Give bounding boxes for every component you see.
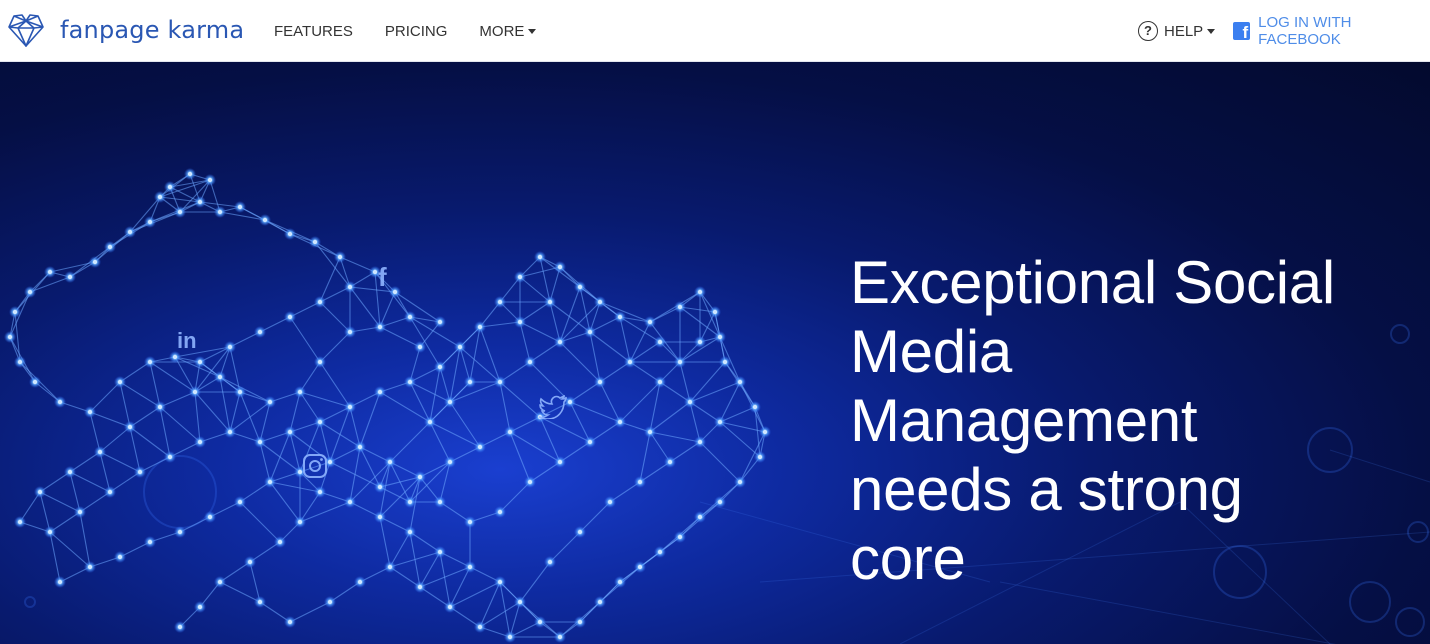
question-circle-icon: ? [1138, 21, 1158, 41]
heart-network-logo-icon [8, 14, 44, 47]
nav-features-label: FEATURES [274, 22, 353, 40]
help-label: HELP [1164, 22, 1204, 40]
facebook-icon: f [378, 262, 387, 292]
nav-pricing[interactable]: PRICING [385, 23, 448, 40]
brand-name: fanpage karma [60, 16, 245, 44]
instagram-icon [303, 454, 327, 478]
twitter-icon [538, 395, 567, 419]
login-label: LOG IN WITH FACEBOOK [1258, 14, 1352, 48]
nav-more-dropdown[interactable]: MORE [479, 22, 537, 40]
facebook-icon: f [1233, 22, 1251, 40]
nav-more-label: MORE [479, 22, 525, 40]
main-nav: FEATURES PRICING MORE [274, 0, 568, 62]
top-navigation-bar: fanpage karma FEATURES PRICING MORE ? HE… [0, 0, 1430, 62]
login-with-facebook-link[interactable]: f LOG IN WITH FACEBOOK [1233, 0, 1430, 62]
hero-headline: Exceptional Social Media Management need… [850, 249, 1335, 592]
caret-down-icon [1207, 28, 1216, 34]
caret-down-icon [528, 28, 537, 34]
help-dropdown[interactable]: ? HELP [1138, 0, 1216, 62]
linkedin-icon: in [177, 328, 197, 353]
brand-logo[interactable]: fanpage karma [6, 12, 244, 48]
nav-features[interactable]: FEATURES [274, 23, 353, 40]
hero-banner: in f Exceptional Social Media Management… [0, 62, 1430, 644]
nav-pricing-label: PRICING [384, 22, 448, 40]
